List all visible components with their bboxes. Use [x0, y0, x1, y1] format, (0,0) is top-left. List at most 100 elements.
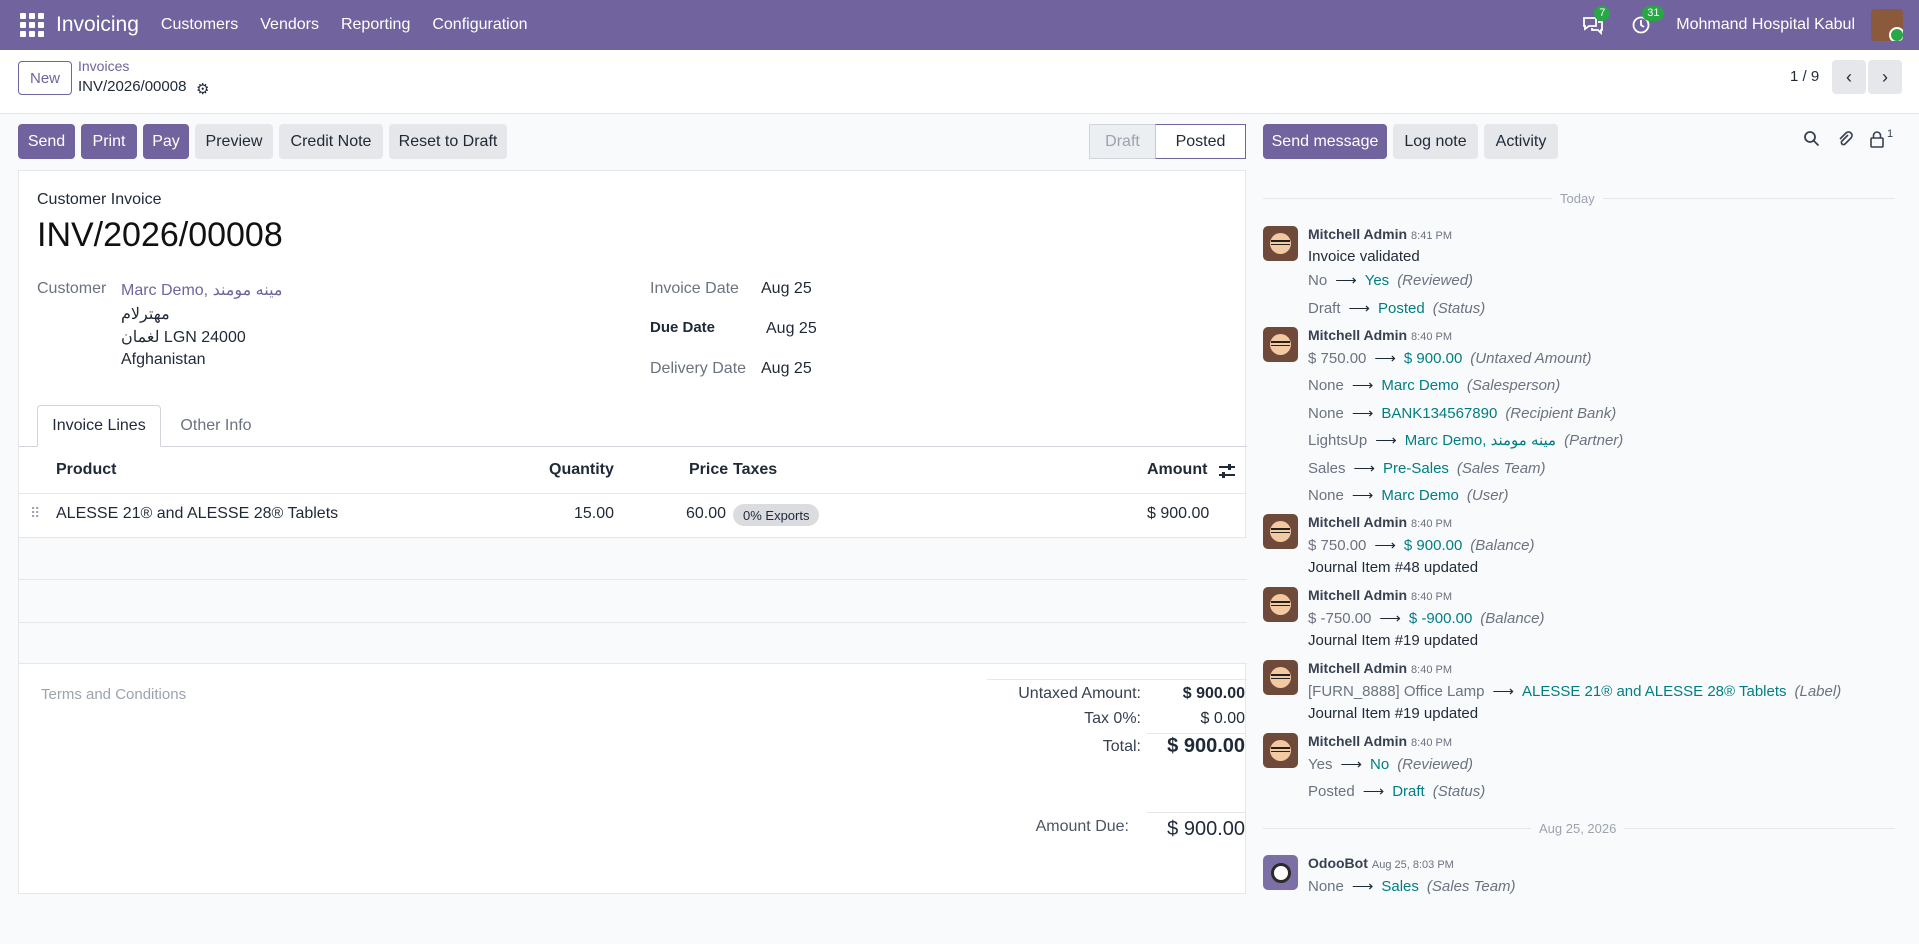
line-amount: $ 900.00 — [1147, 505, 1210, 522]
amount-due-value: $ 900.00 — [1167, 818, 1245, 840]
line-product[interactable]: ALESSE 21® and ALESSE 28® Tablets — [56, 505, 338, 523]
line-quantity[interactable]: 15.00 — [574, 505, 614, 523]
message-author: Mitchell Admin 8:40 PM — [1308, 733, 1453, 749]
message-time: 8:41 PM — [1411, 230, 1453, 242]
breadcrumb-invoices[interactable]: Invoices — [78, 58, 129, 74]
tracking-change: Draft ⟶ Posted (Status) — [1308, 300, 1486, 317]
delivery-date-value[interactable]: Aug 25 — [761, 360, 812, 378]
address-line-2: لغمان LGN 24000 — [121, 329, 246, 346]
search-icon[interactable] — [1803, 130, 1820, 152]
column-product[interactable]: Product — [56, 461, 116, 479]
message-author: Mitchell Admin 8:40 PM — [1308, 514, 1453, 530]
message-author: Mitchell Admin 8:40 PM — [1308, 587, 1453, 603]
credit-note-button[interactable]: Credit Note — [279, 124, 383, 159]
app-name[interactable]: Invoicing — [56, 13, 139, 37]
activity-button[interactable]: 31 — [1628, 6, 1665, 38]
menu-reporting[interactable]: Reporting — [341, 16, 410, 34]
tab-other-info[interactable]: Other Info — [161, 405, 271, 447]
activities-badge: 31 — [1642, 6, 1665, 21]
pager-value[interactable]: 1 / 9 — [1790, 68, 1819, 85]
customer-label: Customer — [37, 280, 107, 297]
tracking-change: No ⟶ Yes (Reviewed) — [1308, 272, 1474, 289]
pager-previous-button[interactable]: ‹ — [1832, 60, 1866, 94]
activity-button-chatter[interactable]: Activity — [1484, 124, 1558, 159]
untaxed-amount-label: Untaxed Amount: — [1018, 685, 1141, 702]
due-date-value[interactable]: Aug 25 — [766, 320, 817, 338]
company-switcher[interactable]: Mohmand Hospital Kabul — [1676, 16, 1855, 34]
message-time: 8:40 PM — [1411, 664, 1453, 676]
message-author: OdooBot Aug 25, 8:03 PM — [1308, 855, 1454, 871]
user-avatar[interactable] — [1871, 9, 1903, 41]
tracking-change: Yes ⟶ No (Reviewed) — [1308, 756, 1474, 773]
message-time: 8:40 PM — [1411, 737, 1453, 749]
pay-button[interactable]: Pay — [143, 124, 189, 159]
invoice-number: INV/2026/00008 — [37, 216, 283, 254]
author-avatar — [1263, 660, 1298, 695]
send-button[interactable]: Send — [18, 124, 75, 159]
drag-handle-icon[interactable]: ⠿ — [30, 505, 40, 522]
control-panel: New Invoices INV/2026/00008 ⚙ 1 / 9 ‹ › — [0, 50, 1919, 114]
optional-columns-icon[interactable] — [1218, 463, 1236, 479]
invoice-date-value[interactable]: Aug 25 — [761, 280, 812, 298]
breadcrumb-current: INV/2026/00008 — [78, 78, 187, 95]
author-avatar — [1263, 514, 1298, 549]
message-footer: Journal Item #19 updated — [1308, 705, 1479, 722]
total-label: Total: — [1102, 738, 1141, 755]
invoice-form-sheet: Customer Invoice INV/2026/00008 Customer… — [18, 170, 1247, 894]
status-draft[interactable]: Draft — [1089, 124, 1155, 159]
messages-badge: 7 — [1594, 6, 1611, 21]
paperclip-icon[interactable] — [1836, 130, 1854, 153]
send-message-button[interactable]: Send message — [1263, 124, 1387, 159]
pager-next-button[interactable]: › — [1868, 60, 1902, 94]
address-line-3: Afghanistan — [121, 351, 206, 368]
tracking-change: None ⟶ Marc Demo (User) — [1308, 487, 1509, 504]
line-price[interactable]: 60.00 — [686, 505, 726, 523]
column-taxes[interactable]: Taxes — [733, 461, 777, 479]
gear-icon[interactable]: ⚙ — [196, 80, 209, 98]
top-navbar: Invoicing Customers Vendors Reporting Co… — [0, 0, 1919, 50]
menu-configuration[interactable]: Configuration — [432, 16, 527, 34]
column-amount[interactable]: Amount — [1147, 461, 1207, 479]
message-body: Invoice validated — [1308, 248, 1420, 265]
messaging-button[interactable]: 7 — [1580, 6, 1611, 38]
message-author: Mitchell Admin 8:40 PM — [1308, 327, 1453, 343]
menu-vendors[interactable]: Vendors — [260, 16, 319, 34]
invoice-type: Customer Invoice — [37, 191, 162, 208]
tracking-change: $ 750.00 ⟶ $ 900.00 (Untaxed Amount) — [1308, 350, 1592, 367]
menu-customers[interactable]: Customers — [161, 16, 238, 34]
column-price[interactable]: Price — [689, 461, 728, 479]
tracking-change: None ⟶ BANK134567890 (Recipient Bank) — [1308, 405, 1617, 422]
author-avatar — [1263, 327, 1298, 362]
status-posted[interactable]: Posted — [1155, 124, 1246, 159]
message-time: 8:40 PM — [1411, 518, 1453, 530]
reset-to-draft-button[interactable]: Reset to Draft — [389, 124, 507, 159]
message-time: 8:40 PM — [1411, 331, 1453, 343]
date-separator-today: Today — [1552, 191, 1603, 206]
followers-lock-icon[interactable] — [1869, 130, 1885, 153]
print-button[interactable]: Print — [81, 124, 137, 159]
tracking-change: LightsUp ⟶ Marc Demo, مينه مومند (Partner) — [1308, 432, 1624, 449]
message-author: Mitchell Admin 8:40 PM — [1308, 660, 1453, 676]
status-bar: Draft Posted — [1089, 124, 1246, 159]
column-quantity[interactable]: Quantity — [549, 461, 614, 479]
terms-conditions-field[interactable]: Terms and Conditions — [41, 686, 186, 703]
tracking-change: $ 750.00 ⟶ $ 900.00 (Balance) — [1308, 537, 1535, 554]
message-time: Aug 25, 8:03 PM — [1371, 859, 1454, 871]
due-date-label: Due Date — [650, 319, 716, 336]
tracking-change: [FURN_8888] Office Lamp ⟶ ALESSE 21® and A… — [1308, 683, 1842, 700]
author-avatar — [1263, 226, 1298, 261]
empty-row — [19, 538, 1247, 579]
tracking-change: None ⟶ Marc Demo (Salesperson) — [1308, 377, 1561, 394]
app-menu-icon[interactable] — [18, 11, 46, 39]
preview-button[interactable]: Preview — [195, 124, 273, 159]
chevron-left-icon: ‹ — [1846, 66, 1852, 87]
message-footer: Journal Item #48 updated — [1308, 559, 1479, 576]
tab-invoice-lines[interactable]: Invoice Lines — [37, 405, 161, 447]
tracking-change: Posted ⟶ Draft (Status) — [1308, 783, 1486, 800]
odoobot-avatar — [1263, 855, 1298, 890]
message-footer: Journal Item #19 updated — [1308, 632, 1479, 649]
new-button[interactable]: New — [18, 61, 72, 95]
log-note-button[interactable]: Log note — [1393, 124, 1478, 159]
tax-tag[interactable]: 0% Exports — [733, 504, 820, 526]
customer-name[interactable]: Marc Demo, مينه مومند — [121, 280, 282, 300]
